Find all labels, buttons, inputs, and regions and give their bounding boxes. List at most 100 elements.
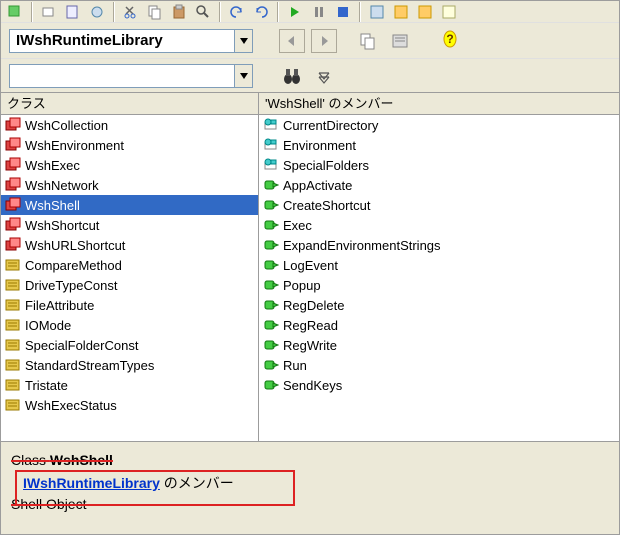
nav-back-button[interactable] [279,29,305,53]
library-toolbar: IWshRuntimeLibrary ? [1,23,619,59]
member-item[interactable]: SpecialFolders [259,155,619,175]
enum-icon [5,337,21,353]
show-search-results-button[interactable] [311,64,337,88]
class-item-label: WshNetwork [25,178,99,193]
class-item[interactable]: WshExec [1,155,258,175]
svg-text:?: ? [446,32,453,46]
find-icon[interactable] [193,2,213,22]
members-list[interactable]: CurrentDirectory Environment SpecialFolder… [259,115,619,441]
pause-icon[interactable] [309,2,329,22]
enum-icon [5,257,21,273]
toolbar-separator [113,2,115,22]
enum-icon [5,397,21,413]
member-item[interactable]: Exec [259,215,619,235]
member-item[interactable]: AppActivate [259,175,619,195]
class-item[interactable]: StandardStreamTypes [1,355,258,375]
detail-pane: Class WshShell IWshRuntimeLibrary のメンバー … [1,442,619,534]
member-item[interactable]: Run [259,355,619,375]
class-item[interactable]: WshCollection [1,115,258,135]
chevron-down-icon[interactable] [234,65,252,87]
class-item[interactable]: WshEnvironment [1,135,258,155]
library-combobox[interactable]: IWshRuntimeLibrary [9,29,253,53]
method-icon [263,277,279,293]
member-item[interactable]: CreateShortcut [259,195,619,215]
design-icon[interactable] [367,2,387,22]
copy-to-clipboard-button[interactable] [355,29,381,53]
main-toolbar [1,1,619,23]
object-browser-window: IWshRuntimeLibrary ? クラス WshCollectionWs… [0,0,620,535]
class-item-label: WshExecStatus [25,398,117,413]
view-definition-button[interactable] [387,29,413,53]
classes-list[interactable]: WshCollectionWshEnvironment WshExec WshNet… [1,115,258,441]
member-item[interactable]: Popup [259,275,619,295]
class-item[interactable]: IOMode [1,315,258,335]
detail-description: Shell Object [11,494,609,515]
undo-icon[interactable] [227,2,247,22]
class-item[interactable]: SpecialFolderConst [1,335,258,355]
class-item[interactable]: WshShortcut [1,215,258,235]
stop-icon[interactable] [333,2,353,22]
member-item-label: CreateShortcut [283,198,370,213]
member-item-label: LogEvent [283,258,338,273]
class-icon [5,177,21,193]
member-item[interactable]: RegRead [259,315,619,335]
method-icon [263,297,279,313]
run-icon[interactable] [285,2,305,22]
cut-icon[interactable] [121,2,141,22]
class-item[interactable]: WshShell [1,195,258,215]
class-item[interactable]: Tristate [1,375,258,395]
class-item[interactable]: WshURLShortcut [1,235,258,255]
class-item-label: WshExec [25,158,80,173]
class-item[interactable]: WshNetwork [1,175,258,195]
paste-icon[interactable] [169,2,189,22]
member-item[interactable]: RegWrite [259,335,619,355]
nav-forward-button[interactable] [311,29,337,53]
method-icon [263,237,279,253]
member-item-label: Environment [283,138,356,153]
toolbar-btn-2[interactable] [39,2,59,22]
toolbar-btn-x1[interactable] [391,2,411,22]
class-item[interactable]: CompareMethod [1,255,258,275]
member-item-label: RegDelete [283,298,344,313]
member-item[interactable]: ExpandEnvironmentStrings [259,235,619,255]
class-item[interactable]: WshExecStatus [1,395,258,415]
toolbar-btn-3[interactable] [63,2,83,22]
copy-icon[interactable] [145,2,165,22]
detail-library-link[interactable]: IWshRuntimeLibrary [23,475,160,491]
detail-class-label: Class [11,452,46,468]
redo-icon[interactable] [251,2,271,22]
class-item[interactable]: FileAttribute [1,295,258,315]
member-item-label: SpecialFolders [283,158,369,173]
method-icon [263,357,279,373]
property-icon [263,137,279,153]
search-toolbar [1,59,619,93]
search-combobox[interactable] [9,64,253,88]
toolbar-btn-x3[interactable] [439,2,459,22]
help-button[interactable]: ? [437,29,463,53]
class-icon [5,117,21,133]
member-item[interactable]: LogEvent [259,255,619,275]
toolbar-separator [359,2,361,22]
enum-icon [5,277,21,293]
method-icon [263,377,279,393]
member-item-label: Run [283,358,307,373]
toolbar-separator [277,2,279,22]
member-item[interactable]: SendKeys [259,375,619,395]
toolbar-btn-4[interactable] [87,2,107,22]
member-item-label: AppActivate [283,178,352,193]
class-item[interactable]: DriveTypeConst [1,275,258,295]
chevron-down-icon[interactable] [234,30,252,52]
class-icon [5,157,21,173]
member-item[interactable]: Environment [259,135,619,155]
browser-panes: クラス WshCollectionWshEnvironmentWshExecWs… [1,93,619,442]
member-item[interactable]: RegDelete [259,295,619,315]
toolbar-btn-x2[interactable] [415,2,435,22]
member-item[interactable]: CurrentDirectory [259,115,619,135]
binoculars-search-button[interactable] [279,64,305,88]
toolbar-btn-1[interactable] [5,2,25,22]
member-item-label: Popup [283,278,321,293]
class-icon [5,237,21,253]
property-icon [263,117,279,133]
method-icon [263,257,279,273]
enum-icon [5,357,21,373]
